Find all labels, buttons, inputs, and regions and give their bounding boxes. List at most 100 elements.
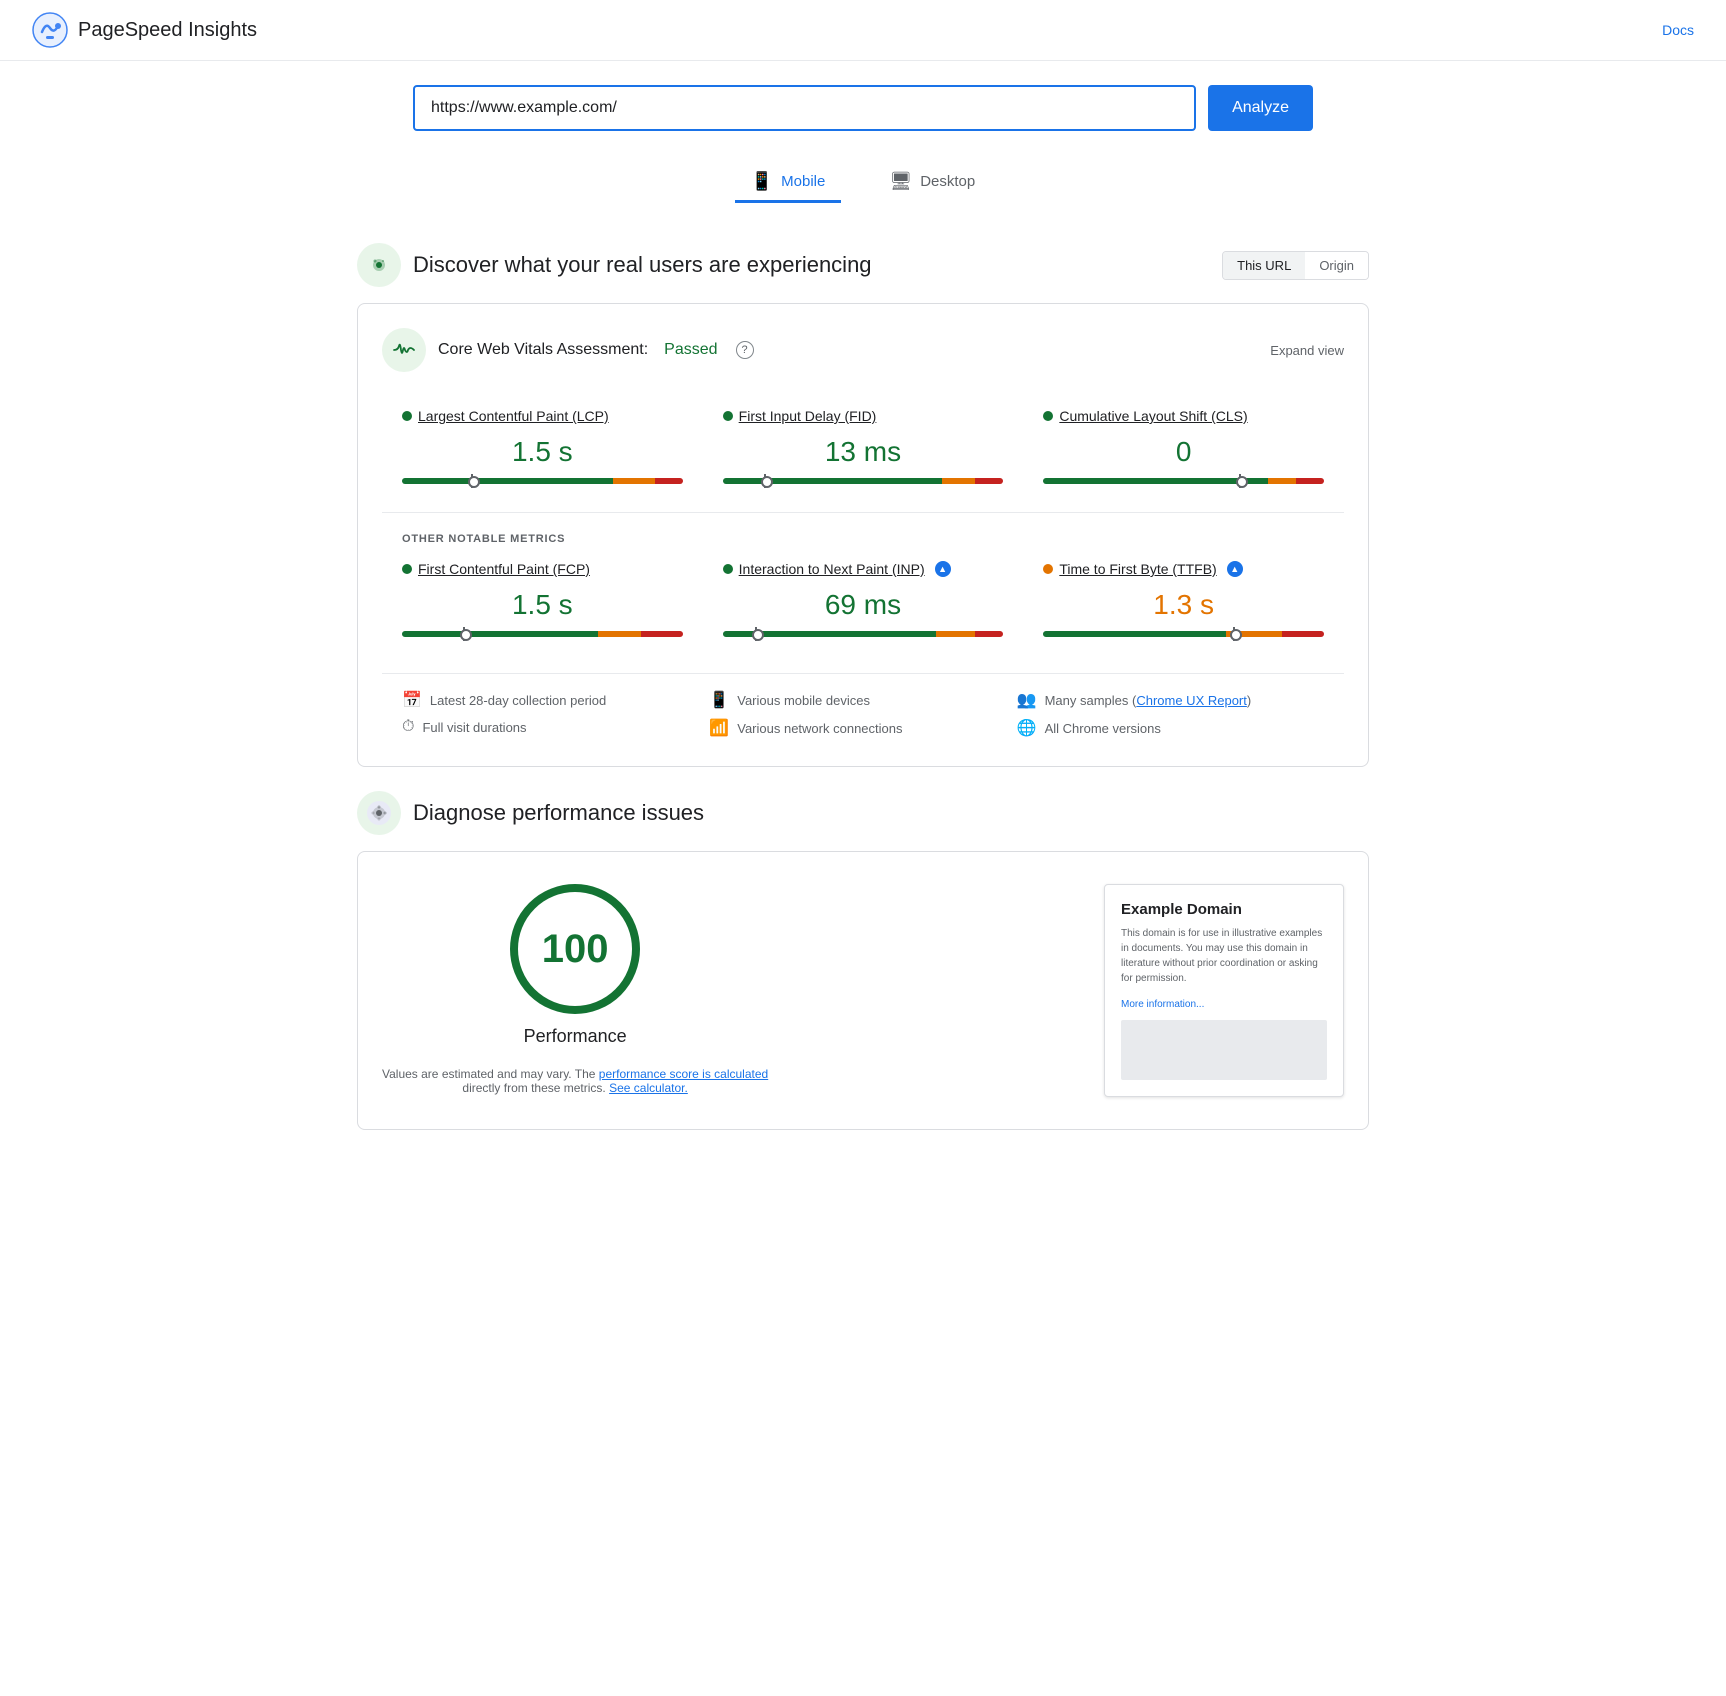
cwv-title-group: Core Web Vitals Assessment: Passed ? [382, 328, 754, 372]
cls-bar [1043, 478, 1324, 484]
main-content: Discover what your real users are experi… [333, 243, 1393, 1130]
chrome-versions-text: All Chrome versions [1045, 721, 1161, 736]
score-number: 100 [542, 927, 609, 972]
ttfb-metric: Time to First Byte (TTFB) ▲ 1.3 s [1023, 545, 1344, 657]
inp-warning-icon: ▲ [935, 561, 951, 577]
samples-text: Many samples (Chrome UX Report) [1045, 693, 1252, 708]
lcp-label: Largest Contentful Paint (LCP) [402, 408, 683, 424]
cwv-help-icon[interactable]: ? [736, 341, 754, 359]
lcp-metric: Largest Contentful Paint (LCP) 1.5 s [382, 392, 703, 504]
screenshot-frame: Example Domain This domain is for use in… [1104, 884, 1344, 1097]
discover-title-group: Discover what your real users are experi… [357, 243, 872, 287]
screenshot-domain: Example Domain [1121, 901, 1327, 918]
tab-desktop[interactable]: 🖥 Desktop [873, 163, 991, 203]
metrics-separator [382, 512, 1344, 513]
inp-dot [723, 564, 733, 574]
screenshot-container: Example Domain This domain is for use in… [1104, 884, 1344, 1097]
pagespeed-logo [32, 12, 68, 48]
chrome-ux-link[interactable]: Chrome UX Report [1136, 693, 1247, 708]
diagnose-icon-container [357, 791, 401, 835]
fid-link[interactable]: First Input Delay (FID) [739, 408, 877, 424]
diagnose-card: 100 Performance Values are estimated and… [357, 851, 1369, 1130]
docs-link[interactable]: Docs [1662, 22, 1694, 38]
tab-mobile[interactable]: 📱 Mobile [735, 163, 842, 203]
lcp-dot [402, 411, 412, 421]
expand-view-link[interactable]: Expand view [1270, 343, 1344, 358]
analyze-button[interactable]: Analyze [1208, 85, 1313, 131]
cwv-pulse-icon [382, 328, 426, 372]
cls-metric: Cumulative Layout Shift (CLS) 0 [1023, 392, 1344, 504]
fid-dot [723, 411, 733, 421]
fcp-label: First Contentful Paint (FCP) [402, 561, 683, 577]
screenshot-gray-area [1121, 1020, 1327, 1080]
chrome-versions-row: 🌐 All Chrome versions [1017, 718, 1324, 738]
screenshot-text: This domain is for use in illustrative e… [1121, 926, 1327, 986]
tab-mobile-label: Mobile [781, 173, 825, 190]
samples-icon: 👥 [1017, 690, 1037, 710]
discover-section-header: Discover what your real users are experi… [357, 243, 1369, 287]
mobile-devices-text: Various mobile devices [737, 693, 870, 708]
notable-label: OTHER NOTABLE METRICS [382, 521, 1344, 545]
lcp-marker [467, 474, 477, 488]
score-left: 100 Performance Values are estimated and… [382, 884, 768, 1095]
inp-metric: Interaction to Next Paint (INP) ▲ 69 ms [703, 545, 1024, 657]
cls-marker [1235, 474, 1245, 488]
inp-marker [751, 627, 761, 641]
discover-icon [357, 243, 401, 287]
network-text: Various network connections [737, 721, 902, 736]
discover-title: Discover what your real users are experi… [413, 252, 872, 278]
footer-col-1: 📅 Latest 28-day collection period ⏱ Full… [402, 690, 709, 738]
app-header: PageSpeed Insights Docs [0, 0, 1726, 61]
url-input[interactable]: https://www.example.com/ [413, 85, 1196, 131]
network-icon: 📶 [709, 718, 729, 738]
core-metrics-grid: Largest Contentful Paint (LCP) 1.5 s Fir… [382, 392, 1344, 504]
cls-dot [1043, 411, 1053, 421]
calculator-link[interactable]: See calculator. [609, 1081, 688, 1095]
app-title: PageSpeed Insights [78, 19, 257, 42]
ttfb-value: 1.3 s [1043, 589, 1324, 621]
ttfb-label: Time to First Byte (TTFB) ▲ [1043, 561, 1324, 577]
cwv-footer: 📅 Latest 28-day collection period ⏱ Full… [382, 673, 1344, 742]
fcp-metric: First Contentful Paint (FCP) 1.5 s [382, 545, 703, 657]
header-left: PageSpeed Insights [32, 12, 257, 48]
cwv-card: Core Web Vitals Assessment: Passed ? Exp… [357, 303, 1369, 767]
inp-label: Interaction to Next Paint (INP) ▲ [723, 561, 1004, 577]
this-url-button[interactable]: This URL [1223, 252, 1305, 279]
fcp-bar [402, 631, 683, 637]
inp-link[interactable]: Interaction to Next Paint (INP) [739, 561, 925, 577]
network-row: 📶 Various network connections [709, 718, 1016, 738]
collection-period-row: 📅 Latest 28-day collection period [402, 690, 709, 710]
fcp-dot [402, 564, 412, 574]
lcp-value: 1.5 s [402, 436, 683, 468]
ttfb-warning-icon: ▲ [1227, 561, 1243, 577]
collection-period-text: Latest 28-day collection period [430, 693, 606, 708]
lcp-bar [402, 478, 683, 484]
mode-tabs: 📱 Mobile 🖥 Desktop [0, 147, 1726, 219]
inp-value: 69 ms [723, 589, 1004, 621]
ttfb-marker [1229, 627, 1239, 641]
url-origin-toggle: This URL Origin [1222, 251, 1369, 280]
samples-row: 👥 Many samples (Chrome UX Report) [1017, 690, 1324, 710]
chrome-icon: 🌐 [1017, 718, 1037, 738]
ttfb-link[interactable]: Time to First Byte (TTFB) [1059, 561, 1216, 577]
ttfb-dot [1043, 564, 1053, 574]
screenshot-link[interactable]: More information... [1121, 999, 1204, 1010]
cls-value: 0 [1043, 436, 1324, 468]
devices-icon: 📱 [709, 690, 729, 710]
fid-value: 13 ms [723, 436, 1004, 468]
footer-col-3: 👥 Many samples (Chrome UX Report) 🌐 All … [1017, 690, 1324, 738]
fcp-link[interactable]: First Contentful Paint (FCP) [418, 561, 590, 577]
fid-bar [723, 478, 1004, 484]
search-bar: https://www.example.com/ Analyze [413, 85, 1313, 131]
fid-marker [760, 474, 770, 488]
perf-score-link[interactable]: performance score is calculated [599, 1067, 768, 1081]
inp-bar [723, 631, 1004, 637]
cls-link[interactable]: Cumulative Layout Shift (CLS) [1059, 408, 1247, 424]
lcp-link[interactable]: Largest Contentful Paint (LCP) [418, 408, 609, 424]
origin-button[interactable]: Origin [1305, 252, 1368, 279]
fcp-marker [459, 627, 469, 641]
timer-icon: ⏱ [402, 718, 414, 736]
tab-desktop-label: Desktop [920, 173, 975, 190]
fid-metric: First Input Delay (FID) 13 ms [703, 392, 1024, 504]
score-container: 100 Performance Values are estimated and… [382, 884, 1344, 1097]
